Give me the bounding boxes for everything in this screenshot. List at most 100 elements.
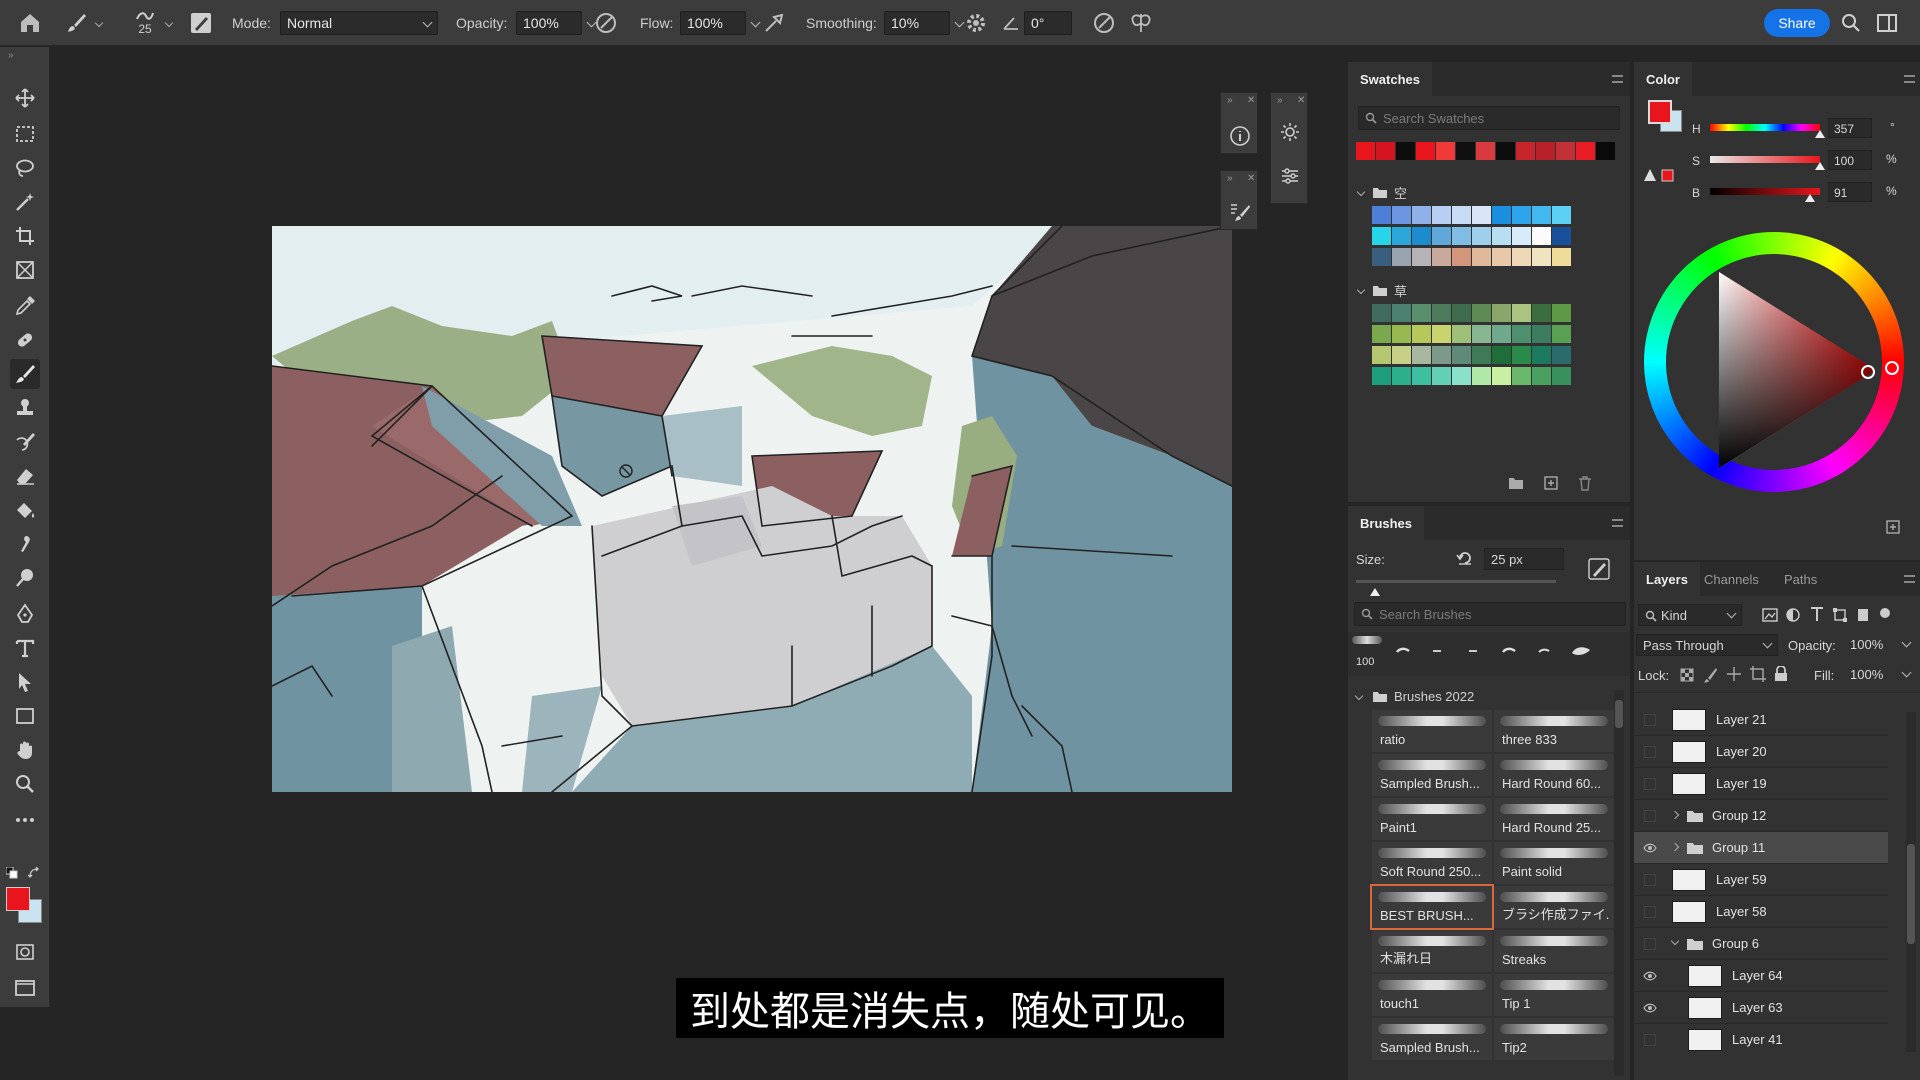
brush-preset[interactable]: three 833 — [1494, 710, 1614, 752]
swatch[interactable] — [1492, 206, 1511, 224]
chevron-right-icon[interactable] — [1670, 842, 1680, 852]
recent-brush-preview[interactable] — [1352, 636, 1382, 644]
path-select-icon[interactable] — [10, 667, 40, 697]
stamp-icon[interactable] — [10, 393, 40, 423]
swatch[interactable] — [1476, 142, 1495, 160]
properties-icon[interactable] — [1279, 165, 1301, 187]
panel-menu-icon[interactable] — [1612, 75, 1623, 83]
filter-adjustment-icon[interactable] — [1786, 608, 1800, 622]
document-canvas[interactable] — [272, 226, 1232, 792]
swatch[interactable] — [1596, 142, 1615, 160]
visibility-toggle[interactable] — [1642, 744, 1658, 760]
swatch[interactable] — [1532, 227, 1551, 245]
layer-group-row[interactable]: Group 11 — [1634, 832, 1888, 864]
visibility-toggle[interactable] — [1642, 872, 1658, 888]
swatch[interactable] — [1552, 206, 1571, 224]
swatch[interactable] — [1412, 227, 1431, 245]
layer-group-row[interactable]: Group 6 — [1634, 928, 1888, 960]
swatch[interactable] — [1392, 248, 1411, 266]
visibility-toggle[interactable] — [1642, 776, 1658, 792]
panel-menu-icon[interactable] — [1904, 75, 1915, 83]
filter-shape-icon[interactable] — [1832, 607, 1848, 623]
pen-icon[interactable] — [10, 599, 40, 629]
brush-size-slider[interactable] — [1356, 580, 1556, 583]
swatch[interactable] — [1472, 206, 1491, 224]
layer-row[interactable]: Layer 20 — [1634, 736, 1888, 768]
swatch[interactable] — [1492, 227, 1511, 245]
brightness-slider[interactable] — [1710, 188, 1820, 195]
visibility-toggle[interactable] — [1642, 808, 1658, 824]
angle-field[interactable]: 0° — [1024, 11, 1072, 35]
trash-icon[interactable] — [1578, 476, 1592, 491]
recent-brush-1-icon[interactable] — [1396, 646, 1410, 656]
swatch[interactable] — [1552, 325, 1571, 343]
brush-size-caret-icon[interactable] — [164, 0, 174, 46]
swatch[interactable] — [1512, 304, 1531, 322]
add-to-swatches-icon[interactable] — [1886, 520, 1900, 534]
swatch[interactable] — [1432, 346, 1451, 364]
opacity-field[interactable]: 100% — [516, 11, 597, 35]
swatch[interactable] — [1452, 206, 1471, 224]
reset-size-icon[interactable] — [1456, 550, 1474, 566]
swatch[interactable] — [1412, 304, 1431, 322]
lock-artboard-icon[interactable] — [1750, 666, 1766, 682]
expand-icon[interactable]: » — [1227, 173, 1233, 184]
brush-preset[interactable]: Sampled Brush... — [1372, 1018, 1492, 1060]
swatch[interactable] — [1472, 227, 1491, 245]
swatch[interactable] — [1372, 206, 1391, 224]
swatch[interactable] — [1552, 248, 1571, 266]
magic-wand-icon[interactable] — [10, 187, 40, 217]
swatch-folder-sky[interactable]: 空 — [1356, 182, 1407, 202]
swatch[interactable] — [1392, 206, 1411, 224]
new-group-icon[interactable] — [1508, 476, 1524, 490]
type-icon[interactable] — [10, 633, 40, 663]
pressure-size-icon[interactable] — [1092, 0, 1116, 46]
expand-icon[interactable]: » — [1227, 95, 1233, 106]
panel-menu-icon[interactable] — [1904, 575, 1915, 583]
swatch[interactable] — [1552, 367, 1571, 385]
layer-row[interactable]: Layer 59 — [1634, 864, 1888, 896]
swatch[interactable] — [1512, 248, 1531, 266]
brush-folder[interactable]: Brushes 2022 — [1354, 686, 1474, 706]
swatch[interactable] — [1392, 304, 1411, 322]
smoothing-field[interactable]: 10% — [884, 11, 965, 35]
swatch[interactable] — [1492, 304, 1511, 322]
swap-colors-icon[interactable] — [28, 867, 40, 879]
layer-row[interactable]: Layer 64 — [1634, 960, 1888, 992]
hand-icon[interactable] — [10, 735, 40, 765]
swatch[interactable] — [1412, 206, 1431, 224]
swatch[interactable] — [1372, 227, 1391, 245]
brushes-scrollbar[interactable] — [1614, 690, 1624, 1076]
hue-field[interactable]: 357 — [1828, 118, 1872, 138]
marquee-icon[interactable] — [10, 119, 40, 149]
recent-brush-4-icon[interactable] — [1502, 646, 1516, 656]
swatch[interactable] — [1432, 304, 1451, 322]
lock-pixels-icon[interactable] — [1704, 667, 1718, 683]
brush-preset[interactable]: ratio — [1372, 710, 1492, 752]
foreground-color-chip[interactable] — [1648, 100, 1672, 124]
layer-row[interactable]: Layer 21 — [1634, 704, 1888, 736]
fill-field[interactable]: 100% — [1846, 664, 1912, 686]
quick-mask-icon[interactable] — [10, 937, 40, 967]
foreground-color-swatch[interactable] — [6, 887, 30, 911]
recent-brush-3-icon[interactable] — [1468, 648, 1478, 654]
brush-settings-icon[interactable] — [190, 0, 212, 46]
layer-row[interactable]: Layer 58 — [1634, 896, 1888, 928]
brush-preset[interactable]: Paint solid — [1494, 842, 1614, 884]
chevron-down-icon[interactable] — [1670, 936, 1680, 946]
eye-icon[interactable] — [1642, 1000, 1658, 1016]
layer-filter-dropdown[interactable]: Kind — [1638, 604, 1742, 626]
filter-smart-object-icon[interactable] — [1856, 607, 1870, 623]
brush-preset[interactable]: Streaks — [1494, 930, 1614, 972]
tab-brushes[interactable]: Brushes — [1348, 506, 1425, 540]
close-icon[interactable]: ✕ — [1247, 95, 1255, 106]
swatch[interactable] — [1472, 248, 1491, 266]
swatch[interactable] — [1512, 206, 1531, 224]
tab-channels[interactable]: Channels — [1692, 562, 1771, 596]
sun-adjust-icon[interactable] — [1279, 121, 1301, 143]
swatch[interactable] — [1472, 346, 1491, 364]
lock-position-icon[interactable] — [1726, 666, 1742, 682]
swatch[interactable] — [1532, 367, 1551, 385]
close-icon[interactable]: ✕ — [1247, 173, 1255, 184]
layer-row[interactable]: Layer 63 — [1634, 992, 1888, 1024]
